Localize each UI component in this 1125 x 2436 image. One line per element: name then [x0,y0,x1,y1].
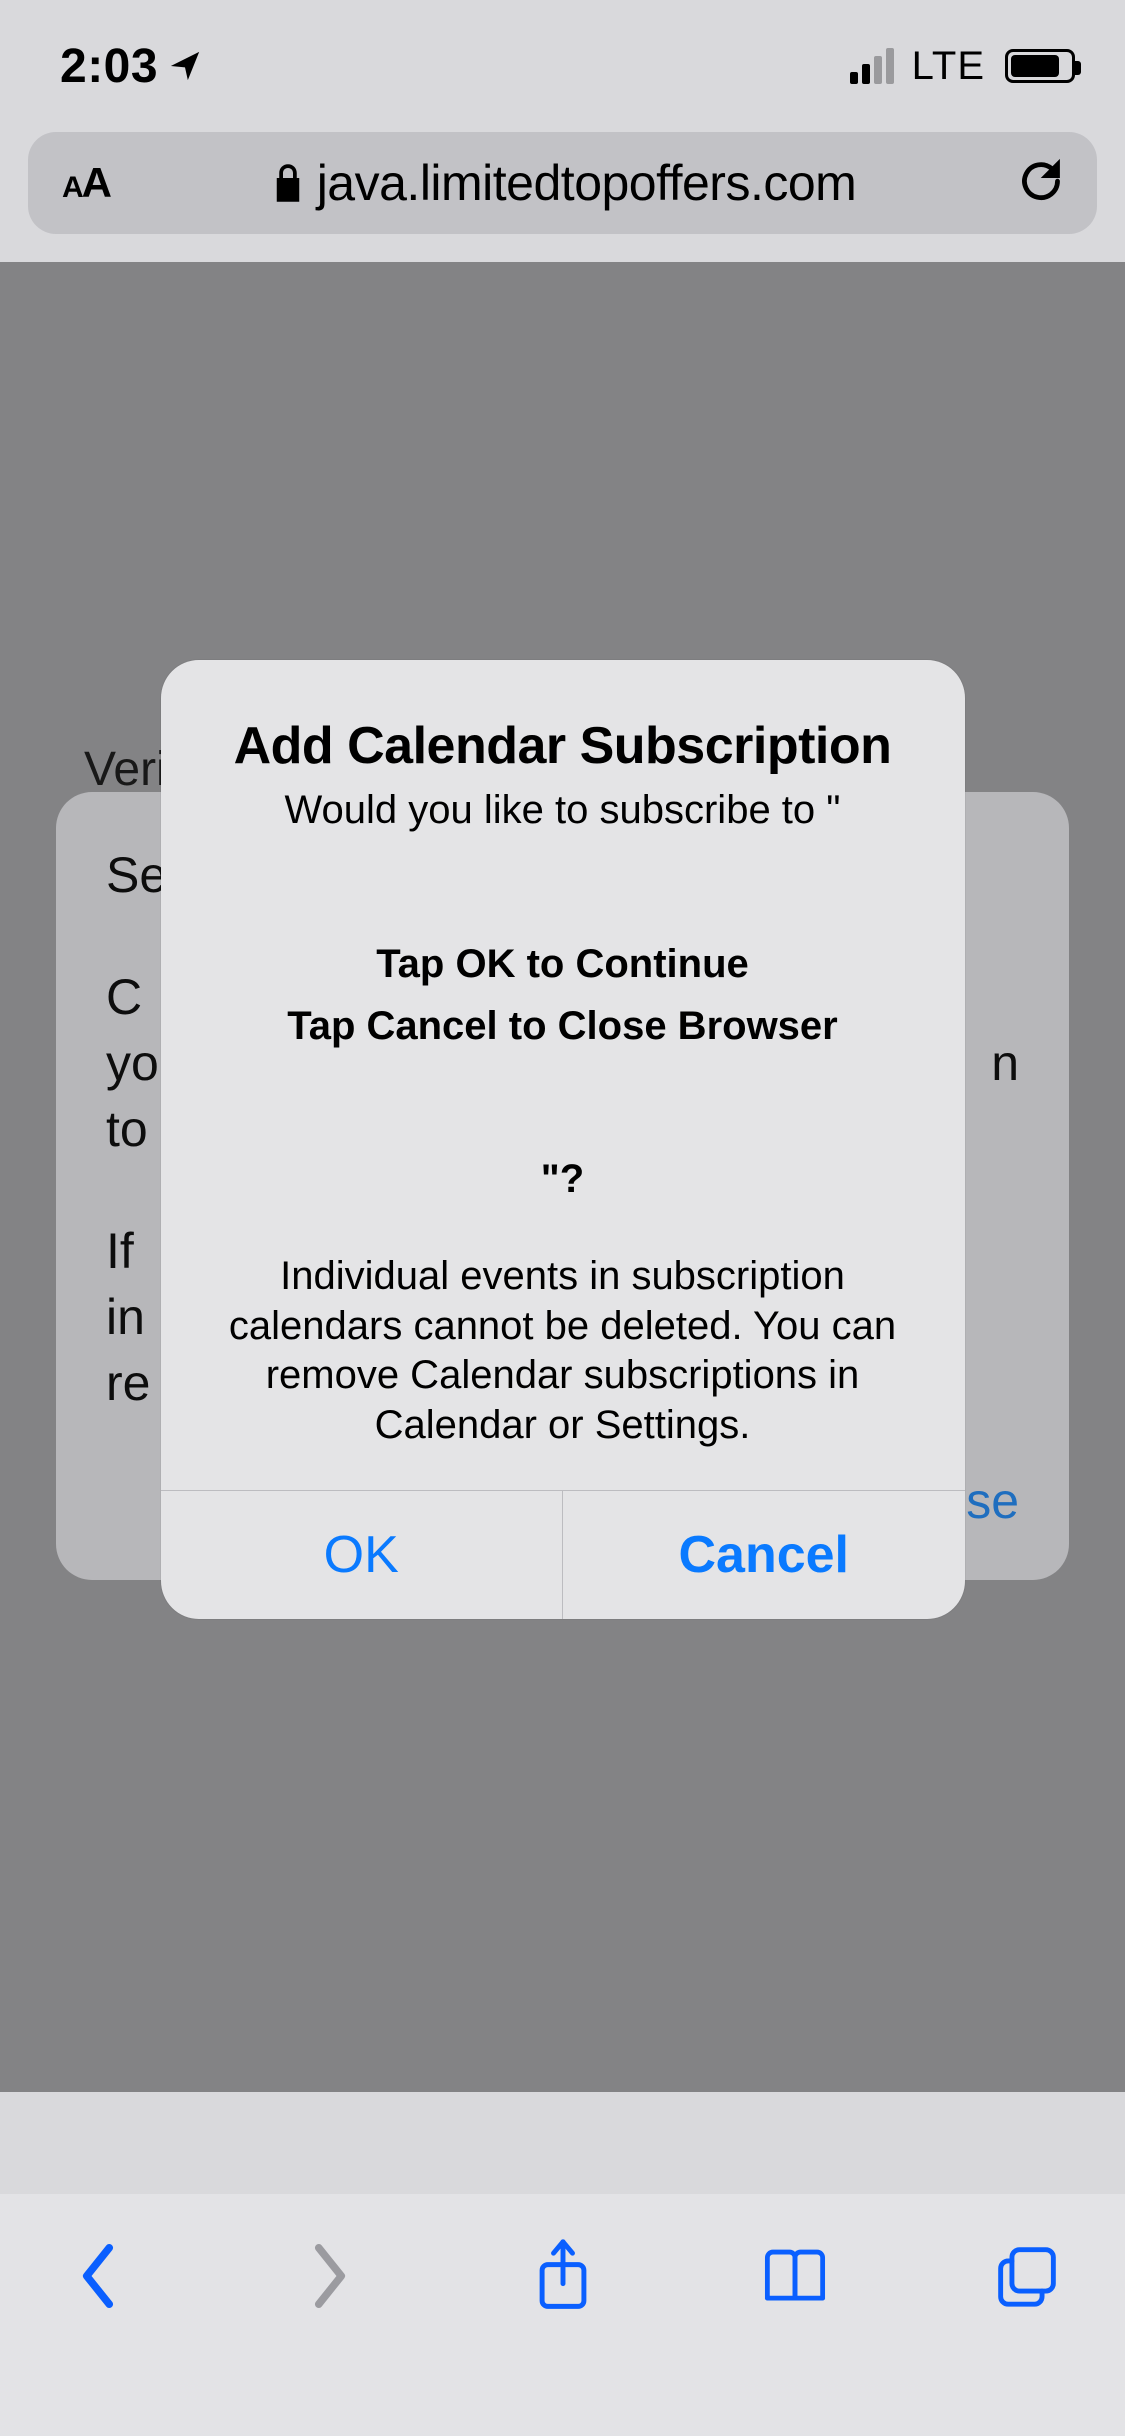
browser-toolbar [0,2194,1125,2436]
bookmarks-button[interactable] [755,2236,835,2316]
alert-buttons: OK Cancel [161,1490,965,1619]
cancel-button[interactable]: Cancel [562,1491,965,1619]
ok-button[interactable]: OK [161,1491,563,1619]
alert-question-suffix: "? [205,1157,921,1202]
modal-backdrop: Add Calendar Subscription Would you like… [0,0,1125,2436]
share-button[interactable] [523,2236,603,2316]
tabs-button[interactable] [987,2236,1067,2316]
calendar-subscription-alert: Add Calendar Subscription Would you like… [161,660,965,1619]
alert-info-text: Individual events in subscription calend… [205,1252,921,1450]
alert-message-line: Tap Cancel to Close Browser [205,995,921,1057]
alert-message-line: Tap OK to Continue [205,933,921,995]
forward-button[interactable] [290,2236,370,2316]
back-button[interactable] [58,2236,138,2316]
alert-title: Add Calendar Subscription [205,716,921,776]
alert-subtitle: Would you like to subscribe to " [205,788,921,833]
